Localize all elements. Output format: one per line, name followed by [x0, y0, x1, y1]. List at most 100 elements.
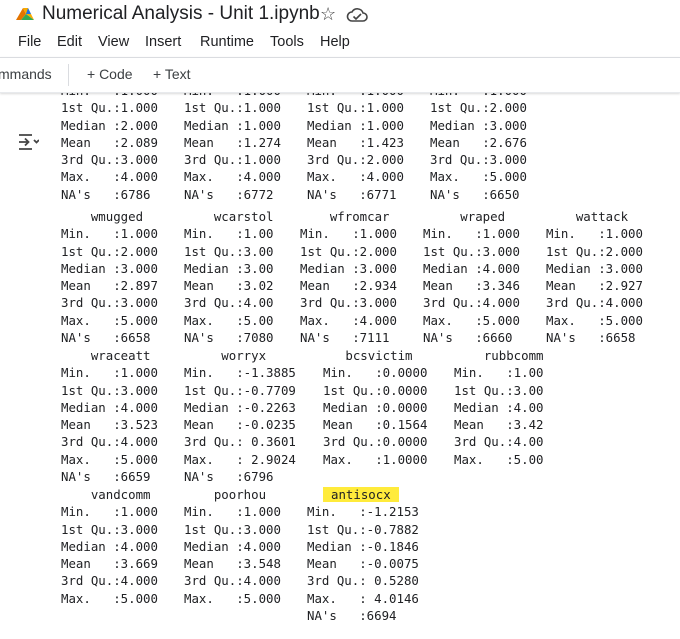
summary-line: 3rd Qu.:4.000 [61, 573, 158, 589]
summary-line: 1st Qu.:1.000 [307, 100, 404, 116]
summary-line: Median :3.000 [61, 260, 158, 276]
summary-line: Min. :1.000 [307, 92, 404, 99]
summary-line: NA's :7080 [184, 330, 274, 346]
toolbar: mmands + Code + Text [0, 57, 680, 93]
summary-line: Mean :0.1564 [323, 417, 428, 433]
summary-line: 3rd Qu.:4.000 [61, 434, 158, 450]
toolbar-divider [68, 64, 69, 86]
variable-header: wraped [423, 209, 506, 224]
summary-line: 3rd Qu.:3.000 [300, 295, 397, 311]
cell-output: Min. :1.0001st Qu.:1.000Median :2.000Mea… [0, 92, 680, 639]
summary-line: Min. :1.000 [61, 226, 158, 242]
summary-line: Min. :1.000 [300, 226, 397, 242]
summary-line: Max. :4.000 [300, 312, 397, 328]
add-code-button[interactable]: + Code [87, 66, 133, 82]
summary-line: 3rd Qu.:3.000 [61, 295, 158, 311]
title-bar: Numerical Analysis - Unit 1.ipynb ☆ [0, 0, 680, 30]
summary-line: Mean :-0.0235 [184, 417, 296, 433]
summary-line: Max. :4.000 [307, 169, 404, 185]
summary-line: 3rd Qu.:4.00 [454, 434, 544, 450]
commands-button[interactable]: mmands [0, 66, 52, 82]
cloud-sync-icon[interactable] [346, 7, 368, 23]
summary-line: Max. :5.00 [454, 451, 544, 467]
highlighted-variable-header: antisocx [307, 486, 419, 503]
summary-line: Median :-0.1846 [307, 538, 419, 554]
menu-view[interactable]: View [98, 34, 129, 50]
menu-insert[interactable]: Insert [145, 34, 181, 50]
summary-line: NA's :6658 [61, 330, 151, 346]
summary-column: wfromcar Min. :1.000 1st Qu.:2.000 Median :… [300, 208, 397, 346]
summary-line: Mean :-0.0075 [307, 556, 419, 572]
summary-line: 1st Qu.:2.000 [430, 100, 527, 116]
summary-line: 3rd Qu.: 0.5280 [307, 573, 419, 589]
summary-column: wraceatt Min. :1.000 1st Qu.:3.000 Median :… [61, 347, 158, 485]
summary-line: NA's :7111 [300, 330, 390, 346]
summary-column: wcarstol Min. :1.00 1st Qu.:3.00 Median :3.… [184, 208, 274, 346]
summary-line: Max. :5.000 [184, 590, 281, 606]
summary-line: 3rd Qu.:3.000 [430, 152, 527, 168]
summary-line: Median :4.00 [454, 399, 544, 415]
summary-line: Max. :5.000 [61, 312, 158, 328]
summary-line: Min. :1.000 [184, 92, 281, 99]
variable-header: poorhou [184, 487, 267, 502]
summary-line: Max. :5.000 [61, 590, 158, 606]
summary-line: Max. :5.000 [423, 312, 520, 328]
menu-edit[interactable]: Edit [57, 34, 82, 50]
summary-column: wmugged Min. :1.000 1st Qu.:2.000 Median :3… [61, 208, 158, 346]
summary-column: rubbcomm Min. :1.00 1st Qu.:3.00 Median :4.… [454, 347, 544, 468]
summary-line: Min. :0.0000 [323, 365, 428, 381]
summary-line: Mean :2.676 [430, 134, 527, 150]
add-text-button[interactable]: + Text [153, 66, 191, 82]
summary-line: NA's :6771 [307, 186, 397, 202]
summary-line: 1st Qu.:2.000 [300, 243, 397, 259]
star-icon[interactable]: ☆ [320, 4, 336, 25]
menu-tools[interactable]: Tools [270, 34, 304, 50]
summary-line: Max. :1.0000 [323, 451, 428, 467]
output-toggle-icon[interactable] [17, 132, 39, 152]
summary-line: 1st Qu.:2.000 [546, 243, 643, 259]
summary-line: Mean :3.548 [184, 556, 281, 572]
summary-line: NA's :6694 [307, 608, 397, 624]
summary-line: Mean :3.523 [61, 417, 158, 433]
summary-line: 1st Qu.:-0.7709 [184, 382, 296, 398]
summary-line: NA's :6772 [184, 186, 274, 202]
summary-line: 1st Qu.:1.000 [184, 100, 281, 116]
summary-line: Median :3.00 [184, 260, 274, 276]
summary-line: NA's :6796 [184, 469, 274, 485]
summary-column: bcsvictim Min. :0.0000 1st Qu.:0.0000 Media… [323, 347, 427, 468]
summary-line: Max. :4.000 [61, 169, 158, 185]
variable-header: bcsvictim [323, 348, 413, 363]
summary-line: 1st Qu.:3.00 [454, 382, 544, 398]
summary-line: Min. :1.000 [184, 504, 281, 520]
summary-line: Mean :3.02 [184, 278, 274, 294]
summary-line: Max. :5.000 [546, 312, 643, 328]
summary-line: 1st Qu.:3.000 [184, 521, 281, 537]
summary-line: 3rd Qu.:4.000 [423, 295, 520, 311]
summary-line: 3rd Qu.:1.000 [184, 152, 281, 168]
summary-line: Median :3.000 [546, 260, 643, 276]
summary-line: Median :4.000 [423, 260, 520, 276]
summary-line: NA's :6658 [546, 330, 636, 346]
summary-line: Mean :3.346 [423, 278, 520, 294]
summary-line: Median :3.000 [430, 117, 527, 133]
summary-line: Mean :2.897 [61, 278, 158, 294]
summary-line: 1st Qu.:3.00 [184, 243, 274, 259]
summary-line: Min. :1.000 [546, 226, 643, 242]
summary-line: Median :4.000 [184, 538, 281, 554]
summary-line: 3rd Qu.:2.000 [307, 152, 404, 168]
colab-logo[interactable] [14, 6, 36, 22]
summary-column: vandcomm Min. :1.000 1st Qu.:3.000 Median :… [61, 486, 158, 607]
summary-column: Min. :1.0001st Qu.:1.000Median :2.000Mea… [61, 92, 158, 203]
summary-line: Median :2.000 [61, 117, 158, 133]
variable-header: wmugged [61, 209, 144, 224]
menu-file[interactable]: File [18, 34, 41, 50]
menu-help[interactable]: Help [320, 34, 350, 50]
summary-column: wraped Min. :1.000 1st Qu.:3.000 Median :4.… [423, 208, 520, 346]
menu-runtime[interactable]: Runtime [200, 34, 254, 50]
summary-line: Median :3.000 [300, 260, 397, 276]
summary-line: Min. :1.000 [61, 504, 158, 520]
summary-line: Min. :-1.3885 [184, 365, 296, 381]
summary-line: 3rd Qu.:0.0000 [323, 434, 428, 450]
notebook-title[interactable]: Numerical Analysis - Unit 1.ipynb [42, 3, 320, 25]
summary-line: Max. :5.00 [184, 312, 274, 328]
